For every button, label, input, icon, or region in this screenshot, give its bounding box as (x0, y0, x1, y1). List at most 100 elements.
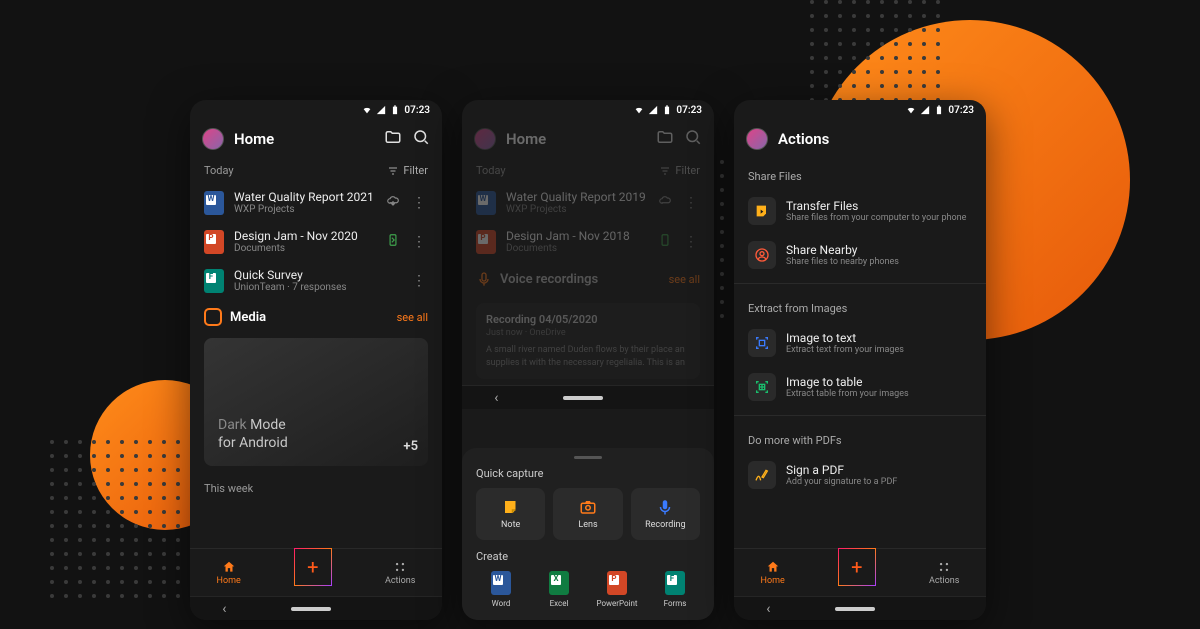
more-icon[interactable]: ⋮ (410, 234, 428, 250)
signal-icon (648, 105, 658, 115)
wifi-icon (906, 105, 916, 115)
action-subtitle: Extract text from your images (786, 345, 972, 355)
cloud-download-icon[interactable] (386, 193, 400, 212)
word-icon (491, 571, 511, 595)
sheet-grabber[interactable] (574, 456, 602, 459)
sign-icon (748, 461, 776, 489)
page-title: Home (234, 130, 374, 148)
bottom-sheet: Quick capture Note Lens Recording Create… (462, 448, 714, 620)
clock-text: 07:23 (404, 105, 430, 116)
media-section-header: Media see all (190, 300, 442, 334)
fab-create[interactable]: + (294, 548, 332, 586)
nav-actions[interactable]: Actions (929, 560, 959, 586)
media-caption: Dark Modefor Android (218, 416, 288, 452)
home-pill[interactable] (563, 396, 603, 400)
more-icon[interactable]: ⋮ (682, 234, 700, 250)
avatar[interactable] (202, 128, 224, 150)
action-title: Sign a PDF (786, 463, 972, 477)
today-label: Today (204, 164, 234, 177)
home-pill[interactable] (835, 607, 875, 611)
search-icon[interactable] (684, 128, 702, 150)
file-item[interactable]: Water Quality Report 2019 WXP Projects ⋮ (462, 183, 714, 222)
action-subtitle: Extract table from your images (786, 389, 972, 399)
phone-sync-icon[interactable] (386, 232, 400, 251)
recording-tile[interactable]: Recording (631, 488, 700, 540)
filter-button[interactable]: Filter (659, 164, 700, 177)
voice-label: Voice recordings (500, 272, 661, 287)
action-title: Share Nearby (786, 243, 972, 257)
fab-create[interactable]: + (838, 548, 876, 586)
back-icon[interactable]: ‹ (222, 601, 226, 617)
more-icon[interactable]: ⋮ (682, 195, 700, 211)
file-subtitle: UnionTeam · 7 responses (234, 282, 400, 293)
home-icon (766, 560, 780, 574)
filter-button[interactable]: Filter (387, 164, 428, 177)
bg-dots (50, 440, 180, 598)
action-image-to-table[interactable]: Image to table Extract table from your i… (734, 365, 986, 409)
share-nearby-icon (748, 241, 776, 269)
phone-sync-icon[interactable] (658, 232, 672, 251)
more-icon[interactable]: ⋮ (410, 195, 428, 211)
scan-text-icon (748, 329, 776, 357)
action-subtitle: Add your signature to a PDF (786, 477, 972, 487)
wifi-icon (634, 105, 644, 115)
folder-icon[interactable] (656, 128, 674, 150)
note-icon (502, 498, 520, 516)
status-bar: 07:23 (734, 100, 986, 120)
more-icon[interactable]: ⋮ (410, 273, 428, 289)
create-label: Create (476, 550, 700, 563)
divider (734, 283, 986, 284)
recording-body: A small river named Duden flows by their… (486, 344, 690, 369)
action-share-nearby[interactable]: Share Nearby Share files to nearby phone… (734, 233, 986, 277)
search-icon[interactable] (412, 128, 430, 150)
word-doc-icon (476, 191, 496, 215)
lens-tile[interactable]: Lens (553, 488, 622, 540)
this-week-label: This week (190, 476, 442, 501)
back-icon[interactable]: ‹ (494, 390, 498, 406)
tile-label: Lens (578, 520, 597, 530)
create-word[interactable]: Word (476, 571, 526, 608)
file-item[interactable]: Design Jam - Nov 2020 Documents ⋮ (190, 222, 442, 261)
media-icon (204, 308, 222, 326)
filter-icon (659, 165, 671, 177)
nav-home[interactable]: Home (761, 560, 785, 586)
tile-label: Forms (664, 599, 687, 608)
action-image-to-text[interactable]: Image to text Extract text from your ima… (734, 321, 986, 365)
action-sign-pdf[interactable]: Sign a PDF Add your signature to a PDF (734, 453, 986, 497)
tile-label: PowerPoint (596, 599, 637, 608)
create-excel[interactable]: Excel (534, 571, 584, 608)
android-nav: ‹ (190, 596, 442, 620)
action-transfer-files[interactable]: Transfer Files Share files from your com… (734, 189, 986, 233)
header: Home (462, 120, 714, 158)
create-powerpoint[interactable]: PowerPoint (592, 571, 642, 608)
folder-icon[interactable] (384, 128, 402, 150)
avatar[interactable] (746, 128, 768, 150)
media-card[interactable]: Dark Modefor Android +5 (204, 338, 428, 466)
see-all-link[interactable]: see all (397, 311, 428, 324)
bottom-nav: Home + Actions (190, 548, 442, 596)
note-tile[interactable]: Note (476, 488, 545, 540)
see-all-link[interactable]: see all (669, 273, 700, 286)
wifi-icon (362, 105, 372, 115)
create-forms[interactable]: Forms (650, 571, 700, 608)
tile-label: Note (501, 520, 520, 530)
filter-label: Filter (675, 164, 700, 177)
file-item[interactable]: Quick Survey UnionTeam · 7 responses ⋮ (190, 261, 442, 300)
avatar[interactable] (474, 128, 496, 150)
recording-card[interactable]: Recording 04/05/2020 Just now · OneDrive… (476, 303, 700, 379)
nav-home[interactable]: Home (217, 560, 241, 586)
home-pill[interactable] (291, 607, 331, 611)
signal-icon (376, 105, 386, 115)
android-nav: ‹ (734, 596, 986, 620)
tile-label: Recording (645, 520, 685, 530)
filter-icon (387, 165, 399, 177)
nav-label: Home (217, 576, 241, 586)
file-title: Design Jam - Nov 2018 (506, 229, 648, 243)
file-item[interactable]: Water Quality Report 2021 WXP Projects ⋮ (190, 183, 442, 222)
file-item[interactable]: Design Jam - Nov 2018 Documents ⋮ (462, 222, 714, 261)
battery-icon (934, 105, 944, 115)
phone-home: 07:23 Home Today Filter Water Quality Re… (190, 100, 442, 620)
nav-actions[interactable]: Actions (385, 560, 415, 586)
back-icon[interactable]: ‹ (766, 601, 770, 617)
cloud-download-icon[interactable] (658, 193, 672, 212)
